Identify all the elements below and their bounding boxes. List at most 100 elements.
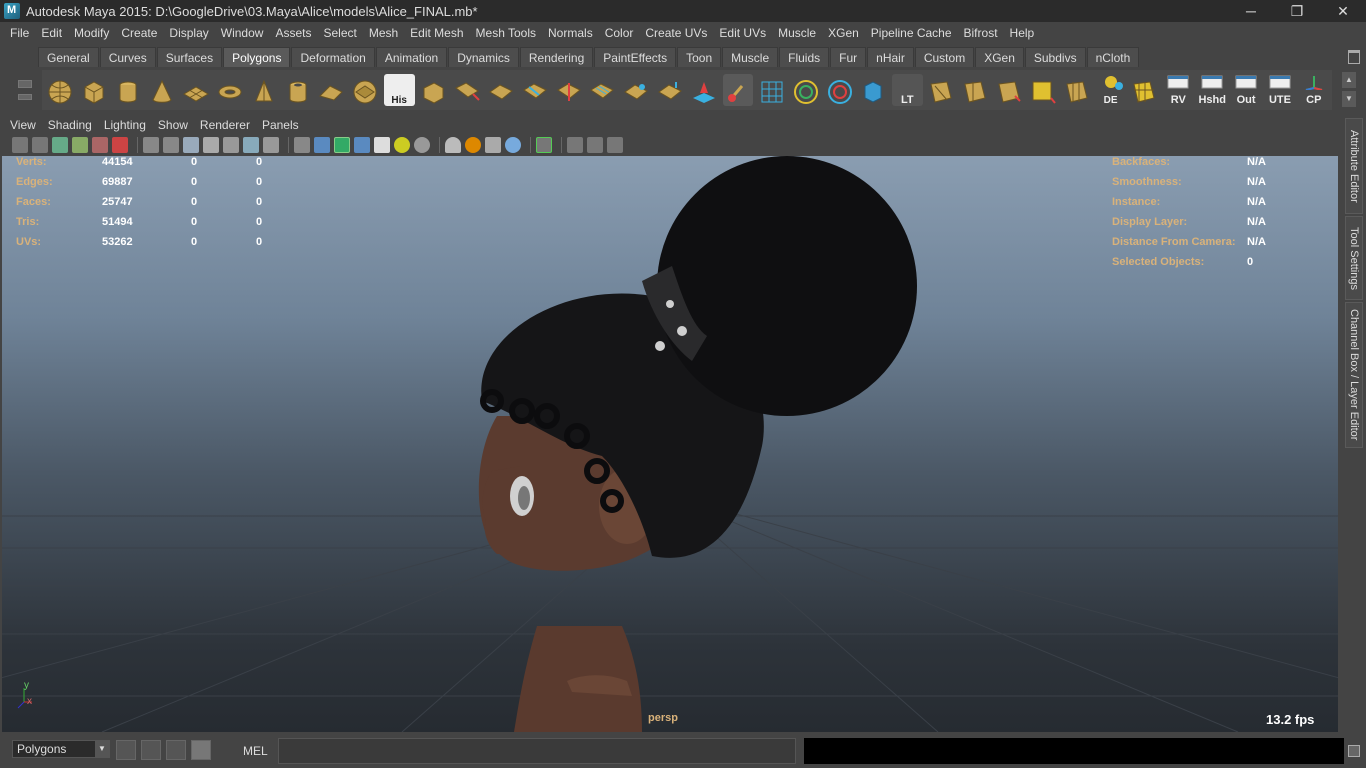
shelf-tab-xgen[interactable]: XGen bbox=[975, 47, 1024, 67]
menu-create-uvs[interactable]: Create UVs bbox=[639, 26, 713, 40]
shelf-tab-dynamics[interactable]: Dynamics bbox=[448, 47, 519, 67]
channel-box-layer-editor-tab[interactable]: Channel Box / Layer Editor bbox=[1345, 302, 1363, 448]
ute-window-icon[interactable]: UTE bbox=[1265, 74, 1296, 106]
offset-edge-loop-icon[interactable] bbox=[587, 74, 618, 106]
lt-script-icon[interactable]: LT bbox=[891, 74, 923, 106]
shelf-scroll-up-icon[interactable]: ▲ bbox=[1342, 72, 1356, 88]
shelf-tab-subdivs[interactable]: Subdivs bbox=[1024, 47, 1086, 67]
rv-window-icon[interactable]: RV bbox=[1163, 74, 1194, 106]
menu-assets[interactable]: Assets bbox=[269, 26, 317, 40]
poly-cone-icon[interactable] bbox=[147, 74, 178, 106]
script-editor-icon[interactable] bbox=[1348, 745, 1360, 757]
poly-cube-icon[interactable] bbox=[79, 74, 110, 106]
shadows-icon[interactable] bbox=[414, 137, 430, 153]
menu-edit[interactable]: Edit bbox=[35, 26, 68, 40]
menu-select[interactable]: Select bbox=[317, 26, 362, 40]
resolution-gate-icon[interactable] bbox=[183, 137, 199, 153]
menu-muscle[interactable]: Muscle bbox=[772, 26, 822, 40]
merge-vertices-icon[interactable] bbox=[621, 74, 652, 106]
textures-icon[interactable] bbox=[374, 137, 390, 153]
cp-axis-icon[interactable]: CP bbox=[1298, 74, 1329, 106]
gate-mask-icon[interactable] bbox=[203, 137, 219, 153]
attribute-editor-tab[interactable]: Attribute Editor bbox=[1345, 118, 1363, 214]
uv-layout-icon[interactable] bbox=[926, 74, 957, 106]
uv-texture-editor-icon[interactable] bbox=[756, 74, 787, 106]
depth-of-field-icon[interactable] bbox=[505, 137, 521, 153]
channel-list-icon[interactable] bbox=[166, 740, 186, 760]
uv-select-icon[interactable] bbox=[994, 74, 1025, 106]
smooth-shade-icon[interactable] bbox=[314, 137, 330, 153]
mirror-geometry-icon[interactable] bbox=[858, 74, 889, 106]
menu-create[interactable]: Create bbox=[115, 26, 163, 40]
select-camera-icon[interactable] bbox=[12, 137, 28, 153]
panel-menu-panels[interactable]: Panels bbox=[256, 118, 305, 132]
screen-space-ao-icon[interactable] bbox=[445, 137, 461, 153]
collapse-icon[interactable] bbox=[655, 74, 686, 106]
paint-tool-icon[interactable] bbox=[722, 74, 754, 106]
x-ray-icon[interactable] bbox=[354, 137, 370, 153]
image-plane-icon[interactable] bbox=[72, 137, 88, 153]
field-chart-icon[interactable] bbox=[223, 137, 239, 153]
minimize-button[interactable]: ─ bbox=[1228, 0, 1274, 22]
de-light-icon[interactable]: DE bbox=[1095, 74, 1126, 106]
combine-icon[interactable] bbox=[350, 74, 381, 106]
tool-settings-tab[interactable]: Tool Settings bbox=[1345, 216, 1363, 300]
panel-menu-show[interactable]: Show bbox=[152, 118, 194, 132]
use-all-lights-icon[interactable] bbox=[394, 137, 410, 153]
shelf-tab-polygons[interactable]: Polygons bbox=[223, 47, 291, 67]
uv-unfold-icon[interactable] bbox=[960, 74, 991, 106]
menu-window[interactable]: Window bbox=[215, 26, 270, 40]
shelf-tab-fur[interactable]: Fur bbox=[830, 47, 867, 67]
menu-pipeline-cache[interactable]: Pipeline Cache bbox=[865, 26, 958, 40]
shelf-tab-nhair[interactable]: nHair bbox=[867, 47, 914, 67]
safe-title-icon[interactable] bbox=[263, 137, 279, 153]
poke-icon[interactable] bbox=[689, 74, 720, 106]
move-manip-icon[interactable] bbox=[790, 74, 821, 106]
anti-aliasing-icon[interactable] bbox=[485, 137, 501, 153]
panel-menu-shading[interactable]: Shading bbox=[42, 118, 98, 132]
wireframe-on-shaded-icon[interactable] bbox=[334, 137, 350, 153]
menu-xgen[interactable]: XGen bbox=[822, 26, 865, 40]
two-d-pan-zoom-icon[interactable] bbox=[112, 137, 128, 153]
panel-menu-lighting[interactable]: Lighting bbox=[98, 118, 152, 132]
film-gate-icon[interactable] bbox=[163, 137, 179, 153]
poly-torus-icon[interactable] bbox=[214, 74, 245, 106]
command-input[interactable] bbox=[278, 738, 796, 764]
panel-menu-view[interactable]: View bbox=[4, 118, 42, 132]
perspective-viewport[interactable]: Verts: 44154 0 0 Edges: 69887 0 0 Faces:… bbox=[2, 156, 1338, 732]
menu-modify[interactable]: Modify bbox=[68, 26, 115, 40]
shelf-tab-fluids[interactable]: Fluids bbox=[779, 47, 830, 67]
safe-action-icon[interactable] bbox=[243, 137, 259, 153]
extrude-icon[interactable] bbox=[418, 74, 449, 106]
hshd-window-icon[interactable]: Hshd bbox=[1197, 74, 1228, 106]
panel-menu-renderer[interactable]: Renderer bbox=[194, 118, 256, 132]
menu-mesh[interactable]: Mesh bbox=[363, 26, 404, 40]
uv-cut-icon[interactable] bbox=[1061, 74, 1092, 106]
poly-pyramid-icon[interactable] bbox=[248, 74, 279, 106]
out-window-icon[interactable]: Out bbox=[1231, 74, 1262, 106]
isolate-select-icon[interactable] bbox=[536, 137, 552, 153]
menu-mesh-tools[interactable]: Mesh Tools bbox=[470, 26, 542, 40]
motion-blur-icon[interactable] bbox=[465, 137, 481, 153]
shelf-tab-toon[interactable]: Toon bbox=[677, 47, 722, 67]
menu-display[interactable]: Display bbox=[163, 26, 214, 40]
insert-edge-loop-icon[interactable] bbox=[553, 74, 584, 106]
menu-color[interactable]: Color bbox=[599, 26, 640, 40]
menu-edit-mesh[interactable]: Edit Mesh bbox=[404, 26, 469, 40]
xray-joints-icon[interactable] bbox=[567, 137, 583, 153]
history-his-icon[interactable]: His bbox=[383, 74, 415, 106]
xray-active-components-icon[interactable] bbox=[587, 137, 603, 153]
append-polygon-icon[interactable] bbox=[485, 74, 516, 106]
shelf-tab-surfaces[interactable]: Surfaces bbox=[156, 47, 223, 67]
shelf-handle[interactable] bbox=[10, 46, 36, 112]
shelf-tab-rendering[interactable]: Rendering bbox=[519, 47, 594, 67]
bridge-icon[interactable] bbox=[452, 74, 483, 106]
poly-sphere-icon[interactable] bbox=[45, 74, 76, 106]
bookmarks-icon[interactable] bbox=[52, 137, 68, 153]
menu-help[interactable]: Help bbox=[1004, 26, 1041, 40]
layer-editor-icon[interactable] bbox=[191, 740, 211, 760]
rotate-manip-icon[interactable] bbox=[824, 74, 855, 106]
shelf-tab-painteffects[interactable]: PaintEffects bbox=[594, 47, 677, 67]
trash-icon[interactable] bbox=[1348, 50, 1360, 64]
shelf-tab-animation[interactable]: Animation bbox=[375, 47, 448, 67]
